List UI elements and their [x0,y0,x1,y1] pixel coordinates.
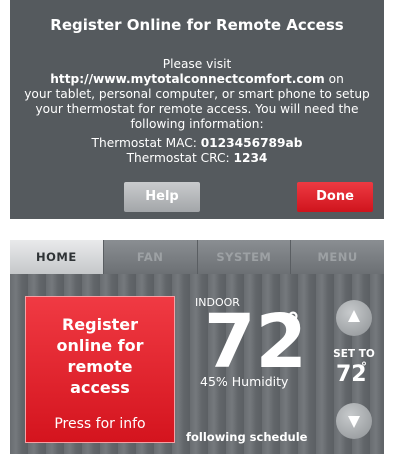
device-ids: Thermostat MAC: 0123456789ab Thermostat … [10,136,384,166]
humidity-readout: 45% Humidity [200,374,289,389]
register-dialog: Register Online for Remote Access Please… [10,0,384,219]
down-arrow-icon [348,416,360,428]
register-line-1: Register [61,315,139,334]
temperature-up-button[interactable] [336,300,372,336]
message-line-2: your tablet, personal computer, or smart… [24,87,370,101]
register-button-text: Register online for remote access [26,314,174,398]
register-remote-access-button[interactable]: Register online for remote access Press … [25,296,175,443]
dialog-message: Please visit http://www.mytotalconnectco… [24,57,370,132]
tab-system[interactable]: SYSTEM [197,240,292,274]
crc-label: Thermostat CRC: [126,151,234,165]
help-button[interactable]: Help [124,182,200,212]
tab-home[interactable]: HOME [10,240,104,274]
dialog-title: Register Online for Remote Access [50,16,344,34]
top-tab-bar: HOME FAN SYSTEM MENU [10,240,384,274]
indoor-degree-symbol: ° [286,306,300,339]
done-button[interactable]: Done [297,182,373,212]
tab-fan[interactable]: FAN [103,240,198,274]
set-to-degree-symbol: ° [361,360,367,374]
register-line-3: remote [67,357,133,376]
message-prefix: Please visit [162,57,232,71]
message-line-4: following information: [130,117,264,131]
temperature-down-button[interactable] [336,403,372,439]
up-arrow-icon [348,310,360,322]
tab-menu[interactable]: MENU [291,240,384,274]
thermostat-home-screen: HOME FAN SYSTEM MENU Register online for… [10,240,384,454]
press-for-info-text: Press for info [54,416,146,432]
register-line-4: access [70,378,130,397]
set-to-label: SET TO [333,348,375,360]
schedule-status: following schedule [186,430,308,444]
register-line-2: online for [56,336,144,355]
message-line-3: your thermostat for remote access. You w… [35,102,359,116]
website-url: http://www.mytotalconnectcomfort.com [50,72,325,86]
mac-label: Thermostat MAC: [91,136,201,150]
crc-value: 1234 [233,151,268,165]
mac-value: 0123456789ab [200,136,303,150]
message-suffix: on [324,72,344,86]
